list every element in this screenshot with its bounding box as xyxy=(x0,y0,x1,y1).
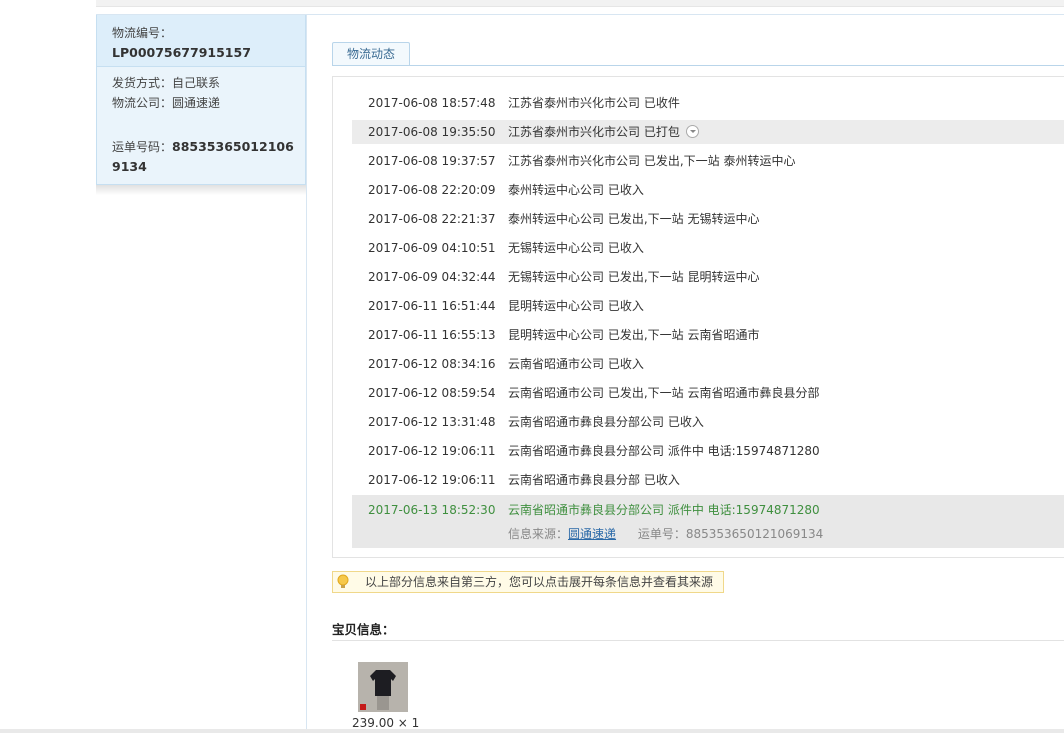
tracking-desc: 泰州转运中心公司 已发出,下一站 无锡转运中心 xyxy=(508,212,760,226)
tracking-row[interactable]: 2017-06-09 04:10:51 无锡转运中心公司 已收入 xyxy=(352,236,1064,260)
tracking-desc: 云南省昭通市公司 已收入 xyxy=(508,357,644,371)
tracking-desc: 江苏省泰州市兴化市公司 已收件 xyxy=(508,96,680,110)
tracking-time: 2017-06-08 22:21:37 xyxy=(368,212,496,226)
logistics-info-panel: 物流编号： LP00075677915157 发货方式：自己联系 物流公司：圆通… xyxy=(96,15,306,185)
tracking-time: 2017-06-12 13:31:48 xyxy=(368,415,496,429)
tracking-desc: 云南省昭通市彝良县分部公司 已收入 xyxy=(508,415,704,429)
info-source: 信息来源：圆通速递 运单号：885353650121069134 xyxy=(508,524,823,544)
tracking-time: 2017-06-12 08:34:16 xyxy=(368,357,496,371)
tracking-time: 2017-06-08 19:35:50 xyxy=(368,125,496,139)
tracking-time: 2017-06-12 19:06:11 xyxy=(368,473,496,487)
lightbulb-icon xyxy=(337,574,349,588)
tab-logistics-updates[interactable]: 物流动态 xyxy=(332,42,410,65)
tracking-time: 2017-06-08 19:37:57 xyxy=(368,154,496,168)
tracking-list: 2017-06-08 18:57:48 江苏省泰州市兴化市公司 已收件 2017-0… xyxy=(332,76,1064,558)
product-thumbnail[interactable] xyxy=(358,662,408,712)
logistics-no-value: LP00075677915157 xyxy=(112,45,251,60)
tracking-row[interactable]: 2017-06-08 22:20:09 泰州转运中心公司 已收入 xyxy=(352,178,1064,202)
tracking-desc: 云南省昭通市彝良县分部 已收入 xyxy=(508,473,680,487)
tracking-desc: 江苏省泰州市兴化市公司 已发出,下一站 泰州转运中心 xyxy=(508,154,796,168)
top-bar xyxy=(96,0,1064,7)
tracking-desc: 无锡转运中心公司 已发出,下一站 昆明转运中心 xyxy=(508,270,760,284)
third-party-notice: 以上部分信息来自第三方，您可以点击展开每条信息并查看其来源 xyxy=(332,571,724,593)
tracking-desc: 昆明转运中心公司 已发出,下一站 云南省昭通市 xyxy=(508,328,760,342)
tracking-row[interactable]: 2017-06-08 19:35:50 江苏省泰州市兴化市公司 已打包 xyxy=(352,120,1064,144)
tracking-desc: 无锡转运中心公司 已收入 xyxy=(508,241,644,255)
tracking-row[interactable]: 2017-06-12 19:06:11 云南省昭通市彝良县分部 已收入 xyxy=(352,468,1064,492)
shirt-image-icon xyxy=(358,662,408,712)
tracking-time: 2017-06-08 18:57:48 xyxy=(368,96,496,110)
tracking-row[interactable]: 2017-06-12 13:31:48 云南省昭通市彝良县分部公司 已收入 xyxy=(352,410,1064,434)
tracking-time: 2017-06-12 19:06:11 xyxy=(368,444,496,458)
ship-method: 发货方式：自己联系 xyxy=(112,76,221,90)
tracking-row[interactable]: 2017-06-12 08:59:54 云南省昭通市公司 已发出,下一站 云南省昭… xyxy=(352,381,1064,405)
tracking-time: 2017-06-11 16:55:13 xyxy=(368,328,496,342)
tracking-time: 2017-06-11 16:51:44 xyxy=(368,299,496,313)
tracking-time: 2017-06-09 04:32:44 xyxy=(368,270,496,284)
waybill-block: 运单号码：885353650121069134 xyxy=(112,137,297,177)
waybill-label: 运单号码： xyxy=(112,140,173,154)
panel-shadow xyxy=(96,185,306,195)
bottom-scroll-bar xyxy=(0,729,1064,733)
column-divider xyxy=(306,15,307,733)
source-waybill: 运单号：885353650121069134 xyxy=(637,527,824,541)
product-divider xyxy=(332,640,1064,641)
tracking-desc: 云南省昭通市彝良县分部公司 派件中 电话:15974871280 xyxy=(508,503,820,517)
expand-chevron-icon[interactable] xyxy=(685,125,699,138)
carrier-name: 物流公司：圆通速递 xyxy=(112,96,221,110)
tracking-row[interactable]: 2017-06-11 16:55:13 昆明转运中心公司 已发出,下一站 云南省昭… xyxy=(352,323,1064,347)
source-link[interactable]: 圆通速递 xyxy=(568,527,616,541)
tracking-desc: 泰州转运中心公司 已收入 xyxy=(508,183,644,197)
tab-underline xyxy=(332,65,1064,66)
tracking-desc: 云南省昭通市公司 已发出,下一站 云南省昭通市彝良县分部 xyxy=(508,386,820,400)
tracking-time: 2017-06-12 08:59:54 xyxy=(368,386,496,400)
notice-text: 以上部分信息来自第三方，您可以点击展开每条信息并查看其来源 xyxy=(365,575,714,589)
tracking-time: 2017-06-08 22:20:09 xyxy=(368,183,496,197)
tracking-row[interactable]: 2017-06-12 19:06:11 云南省昭通市彝良县分部公司 派件中 电话:… xyxy=(352,439,1064,463)
product-price-qty: 239.00 × 1 xyxy=(352,716,420,730)
tracking-row[interactable]: 2017-06-12 08:34:16 云南省昭通市公司 已收入 xyxy=(352,352,1064,376)
tracking-row[interactable]: 2017-06-08 19:37:57 江苏省泰州市兴化市公司 已发出,下一站 泰… xyxy=(352,149,1064,173)
tracking-row[interactable]: 2017-06-11 16:51:44 昆明转运中心公司 已收入 xyxy=(352,294,1064,318)
tracking-row-latest[interactable]: 2017-06-13 18:52:30 云南省昭通市彝良县分部公司 派件中 电话… xyxy=(352,495,1064,548)
tracking-time: 2017-06-13 18:52:30 xyxy=(368,503,496,517)
tracking-desc: 昆明转运中心公司 已收入 xyxy=(508,299,644,313)
tracking-row[interactable]: 2017-06-08 22:21:37 泰州转运中心公司 已发出,下一站 无锡转运… xyxy=(352,207,1064,231)
source-label: 信息来源： xyxy=(508,527,569,541)
tracking-row[interactable]: 2017-06-09 04:32:44 无锡转运中心公司 已发出,下一站 昆明转运… xyxy=(352,265,1064,289)
logistics-no-block: 物流编号： LP00075677915157 xyxy=(97,15,305,67)
logistics-no-label: 物流编号： xyxy=(112,26,173,40)
tracking-row[interactable]: 2017-06-08 18:57:48 江苏省泰州市兴化市公司 已收件 xyxy=(352,91,1064,115)
tracking-desc: 云南省昭通市彝良县分部公司 派件中 电话:15974871280 xyxy=(508,444,820,458)
tracking-time: 2017-06-09 04:10:51 xyxy=(368,241,496,255)
tracking-desc: 江苏省泰州市兴化市公司 已打包 xyxy=(508,120,699,144)
product-section-title: 宝贝信息： xyxy=(332,622,395,637)
